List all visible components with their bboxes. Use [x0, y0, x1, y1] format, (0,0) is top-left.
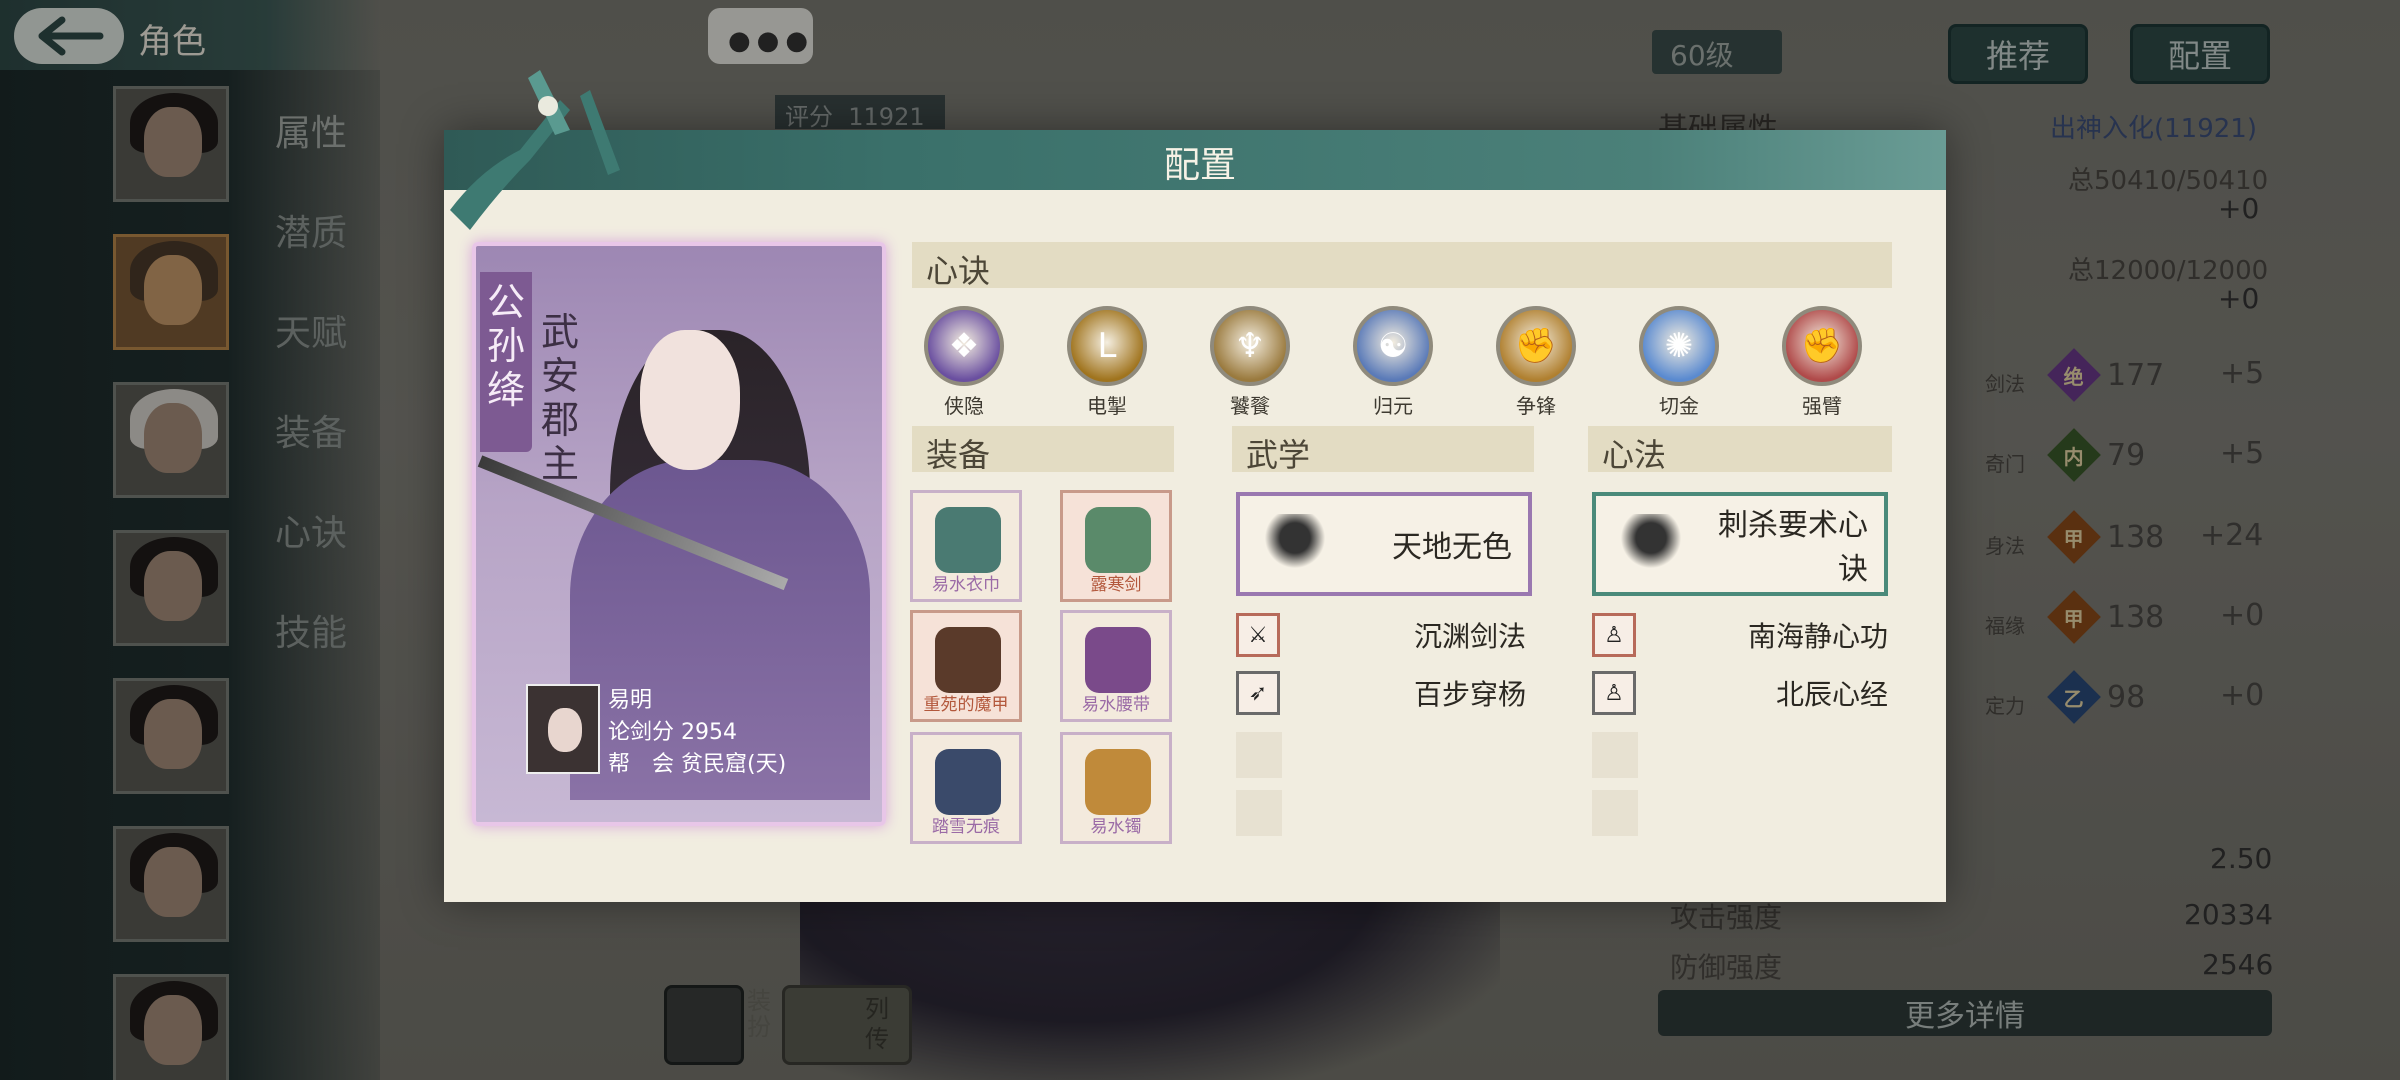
xinjue-glyph: ♆ [1234, 326, 1266, 366]
xinjue-item[interactable]: ♆ 饕餮 [1208, 306, 1292, 419]
sword-icon [1085, 507, 1151, 573]
wuxue-sub-name: 百步穿杨 [1413, 678, 1526, 711]
equipment-label: 踏雪无痕 [932, 817, 1000, 837]
equipment-label: 易水衣巾 [932, 575, 1000, 595]
empty-skill-slot[interactable] [1236, 790, 1282, 836]
player-score: 论剑分 2954 [608, 720, 737, 745]
xinjue-item[interactable]: ☯ 归元 [1351, 306, 1435, 419]
player-avatar [526, 684, 600, 774]
empty-skill-slot[interactable] [1236, 732, 1282, 778]
wuxue-section-header: 武学 [1232, 426, 1534, 474]
xinjue-label: 切金 [1659, 394, 1699, 418]
modal-title: 配置 [1163, 145, 1236, 186]
boots-icon [935, 749, 1001, 815]
equipment-label: 易水腰带 [1082, 695, 1150, 715]
xinjue-section-header: 心诀 [912, 242, 1892, 290]
wuxue-main-name: 天地无色 [1392, 530, 1512, 565]
xinjue-label: 争锋 [1516, 394, 1556, 418]
xinjue-item[interactable]: ❖ 侠隐 [922, 306, 1006, 419]
empty-skill-slot[interactable] [1592, 790, 1638, 836]
xinjue-label: 侠隐 [944, 394, 984, 418]
equipment-label: 露寒剑 [1090, 575, 1142, 595]
wuxue-sub-skill[interactable]: ➶ 百步穿杨 [1236, 670, 1526, 716]
equipment-slot[interactable]: 重苑的魔甲 [910, 610, 1022, 722]
wuxue-sub-skill[interactable]: ⚔ 沉渊剑法 [1236, 612, 1526, 658]
wuxue-sub-name: 沉渊剑法 [1413, 620, 1526, 653]
xinjue-glyph: ✊ [1514, 326, 1558, 366]
xinjue-glyph: ✊ [1800, 326, 1844, 366]
sword-stance-icon: ⚔ [1236, 613, 1280, 657]
equipment-slot[interactable]: 易水腰带 [1060, 610, 1172, 722]
meditation-icon: ♙ [1592, 613, 1636, 657]
xinfa-sub-name: 北辰心经 [1775, 678, 1888, 711]
xinfa-main-name: 刺杀要术心诀 [1718, 508, 1868, 587]
xinjue-label: 强臂 [1802, 394, 1842, 418]
sword-ornament-icon [450, 70, 620, 230]
belt-icon [1085, 627, 1151, 693]
character-title: 武安郡主 [540, 310, 579, 486]
character-name: 公孙绛 [480, 272, 532, 452]
zhengfeng-icon: ✊ [1496, 306, 1576, 386]
xinjue-glyph: ☯ [1377, 326, 1409, 366]
xinfa-sub-skill[interactable]: ♙ 北辰心经 [1592, 670, 1888, 716]
headscarf-icon [935, 507, 1001, 573]
character-face [640, 330, 740, 470]
xinjue-label: 电掣 [1087, 394, 1127, 418]
archer-stance-icon: ➶ [1236, 671, 1280, 715]
player-name: 易明 [608, 688, 653, 713]
meditation-icon: ♙ [1592, 671, 1636, 715]
equipment-slot[interactable]: 易水镯 [1060, 732, 1172, 844]
xinfa-sub-name: 南海静心功 [1747, 620, 1888, 653]
xinjue-glyph: ❖ [948, 326, 980, 366]
martial-pose-icon [1260, 514, 1330, 574]
xinjue-label: 归元 [1373, 394, 1413, 418]
empty-skill-slot[interactable] [1592, 732, 1638, 778]
equipment-label: 易水镯 [1090, 817, 1142, 837]
xiayin-icon: ❖ [924, 306, 1004, 386]
wuxue-main-skill[interactable]: 天地无色 [1236, 492, 1532, 596]
xinjue-glyph: L [1097, 326, 1117, 366]
xinjue-label: 饕餮 [1230, 394, 1270, 418]
xinjue-glyph: ✺ [1664, 326, 1694, 366]
qiangbi-icon: ✊ [1782, 306, 1862, 386]
equipment-slot[interactable]: 易水衣巾 [910, 490, 1022, 602]
xinjue-item[interactable]: L 电掣 [1065, 306, 1149, 419]
equipment-label: 重苑的魔甲 [923, 695, 1009, 715]
bracelet-icon [1085, 749, 1151, 815]
xinjue-item[interactable]: ✊ 争锋 [1494, 306, 1578, 419]
xinfa-sub-skill[interactable]: ♙ 南海静心功 [1592, 612, 1888, 658]
player-guild: 帮 会 贫民窟(天) [608, 752, 787, 777]
xinfa-main-skill[interactable]: 刺杀要术心诀 [1592, 492, 1888, 596]
taotie-icon: ♆ [1210, 306, 1290, 386]
xinjue-item[interactable]: ✊ 强臂 [1780, 306, 1864, 419]
xinjue-item[interactable]: ✺ 切金 [1637, 306, 1721, 419]
equipment-slot[interactable]: 踏雪无痕 [910, 732, 1022, 844]
guiyuan-icon: ☯ [1353, 306, 1433, 386]
equipment-slot[interactable]: 露寒剑 [1060, 490, 1172, 602]
assassin-figure-icon [1616, 514, 1686, 574]
dianche-icon: L [1067, 306, 1147, 386]
armor-icon [935, 627, 1001, 693]
equip-section-header: 装备 [912, 426, 1174, 474]
xinfa-section-header: 心法 [1588, 426, 1892, 474]
qiejin-icon: ✺ [1639, 306, 1719, 386]
